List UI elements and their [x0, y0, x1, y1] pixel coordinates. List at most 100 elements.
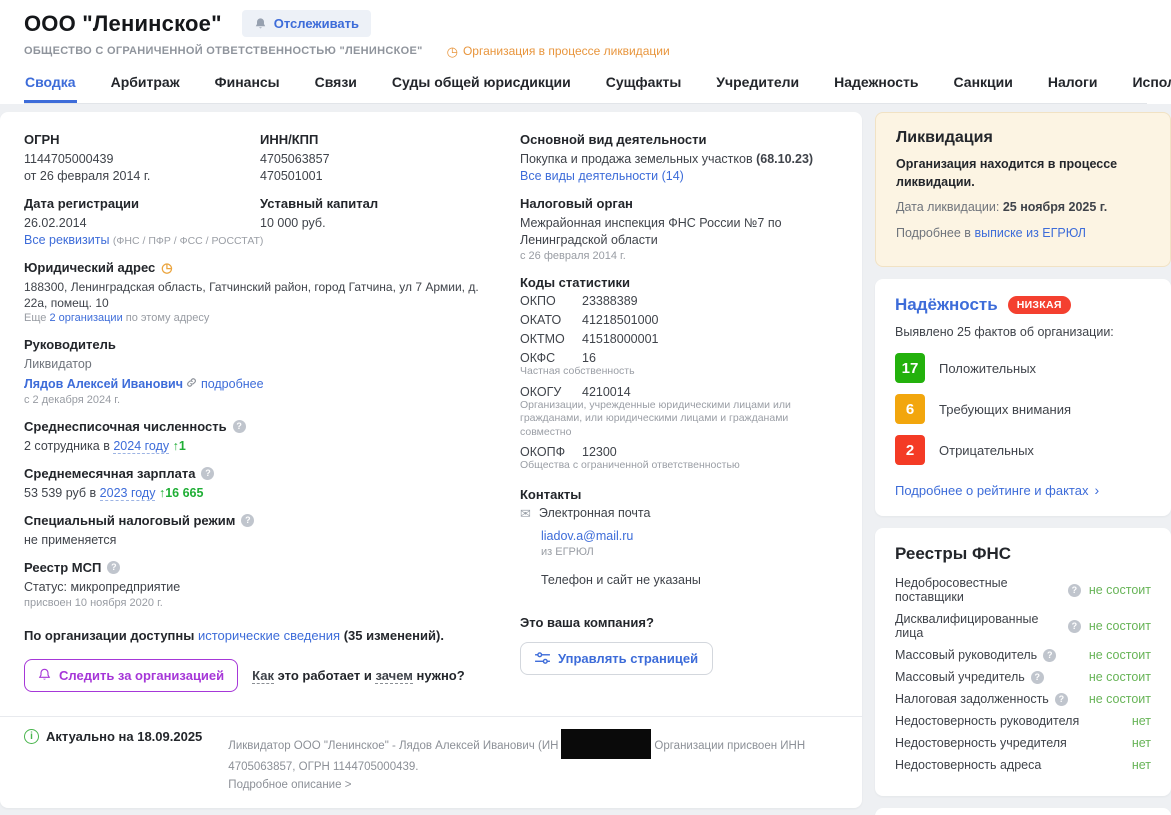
contacts-label: Контакты [520, 487, 838, 502]
redaction-box [561, 729, 651, 759]
manager-details-link[interactable]: подробнее [201, 377, 264, 391]
ogrn-value: 1144705000439 [24, 151, 260, 168]
manager-name-link[interactable]: Лядов Алексей Иванович [24, 377, 183, 391]
reliability-badge: НИЗКАЯ [1008, 296, 1071, 314]
summary-card: ОГРН 1144705000439 от 26 февраля 2014 г.… [0, 112, 862, 808]
stat-code-note: Организации, учрежденные юридическими ли… [520, 399, 838, 440]
address-label: Юридический адрес [24, 260, 155, 275]
help-icon[interactable]: ? [1068, 620, 1081, 633]
facts-negative-row: 2 Отрицательных [895, 435, 1151, 465]
info-icon: i [24, 729, 39, 744]
inn-value: 4705063857 [260, 151, 492, 168]
warning-count: 6 [895, 394, 925, 424]
manager-label: Руководитель [24, 337, 492, 352]
track-button[interactable]: Отслеживать [242, 10, 371, 37]
clock-icon: ◷ [447, 45, 458, 58]
salary-value: 53 539 руб в [24, 486, 96, 500]
fns-row: Дисквалифицированные лица?не состоит [895, 612, 1151, 640]
negative-count: 2 [895, 435, 925, 465]
help-icon[interactable]: ? [1068, 584, 1081, 597]
history-link[interactable]: исторические сведения [198, 628, 340, 643]
fns-row: Недобросовестные поставщики?не состоит [895, 576, 1151, 604]
rating-details-link[interactable]: Подробнее о рейтинге и фактах› [895, 482, 1099, 498]
fns-registries-box: Реестры ФНС Недобросовестные поставщики?… [875, 528, 1171, 796]
follow-organization-button[interactable]: Следить за организацией [24, 659, 238, 692]
help-icon[interactable]: ? [1043, 649, 1056, 662]
tab-arbitrazh[interactable]: Арбитраж [110, 70, 181, 103]
liquidation-flag-label: Организация в процессе ликвидации [463, 44, 670, 58]
liquidation-date: 25 ноября 2025 г. [1003, 200, 1107, 214]
reliability-title: Надёжность [895, 295, 998, 315]
headcount-value: 2 сотрудника в [24, 439, 110, 453]
capital-label: Уставный капитал [260, 196, 492, 211]
liquidation-date-label: Дата ликвидации: [896, 200, 999, 214]
tab-svodka[interactable]: Сводка [24, 70, 77, 103]
howwhy-mid: это работает и [278, 668, 372, 683]
company-description: Ликвидатор ООО "Ленинское" - Лядов Алекс… [228, 729, 838, 795]
history-suffix: (35 изменений). [344, 628, 444, 643]
manage-page-button[interactable]: Управлять страницей [520, 642, 713, 675]
liquidation-box: Ликвидация Организация находится в проце… [875, 112, 1171, 267]
ogrn-label: ОГРН [24, 132, 260, 147]
follow-button-label: Следить за организацией [59, 668, 224, 683]
tab-sudy[interactable]: Суды общей юрисдикции [391, 70, 572, 103]
all-requisites-link[interactable]: Все реквизиты [24, 233, 109, 247]
bell-icon [254, 17, 267, 31]
tax-regime-value: не применяется [24, 532, 492, 549]
msp-label: Реестр МСП [24, 560, 101, 575]
tab-uchrediteli[interactable]: Учредители [715, 70, 800, 103]
manager-role: Ликвидатор [24, 356, 492, 373]
description-start: Ликвидатор ООО "Ленинское" - Лядов Алекс… [228, 740, 558, 752]
fns-row: Массовый руководитель?не состоит [895, 648, 1151, 662]
salary-year-link[interactable]: 2023 году [100, 486, 156, 501]
same-address-orgs-link[interactable]: 2 организации [49, 312, 122, 324]
all-activities-link[interactable]: Все виды деятельности (14) [520, 169, 684, 183]
warning-label: Требующих внимания [939, 402, 1071, 417]
tab-nadezhnost[interactable]: Надежность [833, 70, 919, 103]
stat-code-note: Общества с ограниченной ответственностью [520, 459, 838, 473]
chevron-right-icon: › [1094, 482, 1099, 498]
ogrn-since: от 26 февраля 2014 г. [24, 168, 260, 185]
tab-sankcii[interactable]: Санкции [953, 70, 1014, 103]
stat-code-row: ОКПО23388389 [520, 294, 838, 308]
company-full-name: ОБЩЕСТВО С ОГРАНИЧЕННОЙ ОТВЕТСТВЕННОСТЬЮ… [24, 45, 423, 57]
help-icon[interactable]: ? [201, 467, 214, 480]
stat-code-note: Частная собственность [520, 365, 838, 379]
help-icon[interactable]: ? [1031, 671, 1044, 684]
company-name: ООО "Ленинское" [24, 11, 222, 37]
tab-finansy[interactable]: Финансы [214, 70, 281, 103]
stat-code-row: ОКТМО41518000001 [520, 332, 838, 346]
stat-code-row: ОКАТО41218501000 [520, 313, 838, 327]
kpp-value: 470501001 [260, 168, 492, 185]
track-button-label: Отслеживать [274, 16, 359, 31]
help-icon[interactable]: ? [233, 420, 246, 433]
tab-nalogi[interactable]: Налоги [1047, 70, 1099, 103]
fns-row: Налоговая задолженность?не состоит [895, 692, 1151, 706]
inn-kpp-label: ИНН/КПП [260, 132, 492, 147]
facts-positive-row: 17 Положительных [895, 353, 1151, 383]
manager-since: с 2 декабря 2024 г. [24, 393, 492, 408]
fns-row: Недостоверность руководителянет [895, 714, 1151, 728]
tab-ispolnitelnye[interactable]: Исполнительные произв… [1131, 70, 1171, 103]
liquidation-flag: ◷ Организация в процессе ликвидации [447, 44, 670, 58]
fns-row: Недостоверность адресанет [895, 758, 1151, 772]
headcount-year-link[interactable]: 2024 году [113, 439, 169, 454]
headcount-delta: ↑1 [173, 439, 186, 453]
how-it-works-link[interactable]: Как [252, 668, 274, 684]
tax-authority-label: Налоговый орган [520, 196, 838, 211]
full-description-link[interactable]: Подробное описание > [228, 779, 351, 791]
help-icon[interactable]: ? [241, 514, 254, 527]
help-icon[interactable]: ? [1055, 693, 1068, 706]
email-label: Электронная почта [539, 506, 651, 522]
liquidation-more-prefix: Подробнее в [896, 226, 971, 240]
tab-suschfakty[interactable]: Сущфакты [605, 70, 683, 103]
tab-svyazi[interactable]: Связи [314, 70, 358, 103]
why-needed-link[interactable]: зачем [375, 668, 412, 684]
tax-authority-value: Межрайонная инспекция ФНС России №7 по Л… [520, 215, 838, 249]
salary-delta: ↑16 665 [159, 486, 203, 500]
actual-date: Актуально на 18.09.2025 [46, 729, 202, 744]
address-history-clock-icon[interactable]: ◷ [161, 261, 172, 274]
egrul-extract-link[interactable]: выписке из ЕГРЮЛ [974, 226, 1086, 240]
email-link[interactable]: liadov.a@mail.ru [541, 529, 633, 543]
help-icon[interactable]: ? [107, 561, 120, 574]
